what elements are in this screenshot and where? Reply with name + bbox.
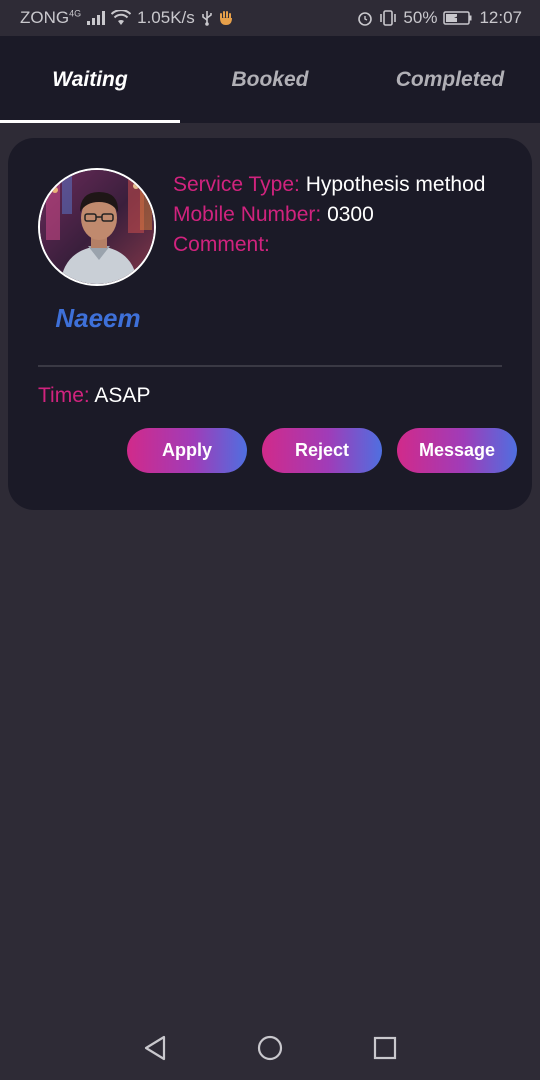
usb-icon <box>201 10 213 26</box>
comment-row: Comment: <box>173 230 485 260</box>
recents-icon[interactable] <box>365 1028 405 1068</box>
tab-booked[interactable]: Booked <box>180 36 360 123</box>
network-speed: 1.05K/s <box>137 8 195 27</box>
battery-charging-icon <box>443 11 473 25</box>
tab-bar: Waiting Booked Completed <box>0 36 540 123</box>
app-screen: ZONG4G 1.05K/s 50% 12:07 Waiting Booked … <box>0 0 540 1080</box>
carrier-label: ZONG4G <box>20 8 82 27</box>
time-row: Time: ASAP <box>38 384 150 408</box>
apply-button[interactable]: Apply <box>127 428 247 473</box>
service-type-value: Hypothesis method <box>305 173 486 196</box>
tab-waiting[interactable]: Waiting <box>0 36 180 123</box>
tab-completed[interactable]: Completed <box>360 36 540 123</box>
service-type-label: Service Type: <box>173 173 300 196</box>
mobile-row: Mobile Number: 0300 <box>173 200 485 230</box>
signal-icon <box>87 11 106 25</box>
mobile-label: Mobile Number: <box>173 203 322 226</box>
reject-button[interactable]: Reject <box>262 428 382 473</box>
divider <box>38 365 502 367</box>
status-bar: ZONG4G 1.05K/s 50% 12:07 <box>0 0 540 36</box>
service-type-row: Service Type: Hypothesis method <box>173 170 485 200</box>
battery-percent: 50% <box>403 8 438 27</box>
system-nav-bar <box>0 1015 540 1080</box>
hand-notification-icon <box>219 10 233 26</box>
mobile-value: 0300 <box>327 203 374 226</box>
clock: 12:07 <box>479 8 522 27</box>
avatar[interactable] <box>38 168 156 286</box>
wifi-icon <box>111 10 132 26</box>
message-button[interactable]: Message <box>397 428 517 473</box>
back-icon[interactable] <box>135 1028 175 1068</box>
vibrate-icon <box>379 10 397 26</box>
alarm-icon <box>357 10 373 26</box>
time-label: Time: <box>38 384 90 407</box>
time-value: ASAP <box>94 384 151 407</box>
home-icon[interactable] <box>250 1028 290 1068</box>
customer-name: Naeem <box>55 303 141 333</box>
request-details: Service Type: Hypothesis method Mobile N… <box>173 170 485 260</box>
comment-label: Comment: <box>173 233 270 256</box>
request-card: Naeem Service Type: Hypothesis method Mo… <box>8 138 532 510</box>
